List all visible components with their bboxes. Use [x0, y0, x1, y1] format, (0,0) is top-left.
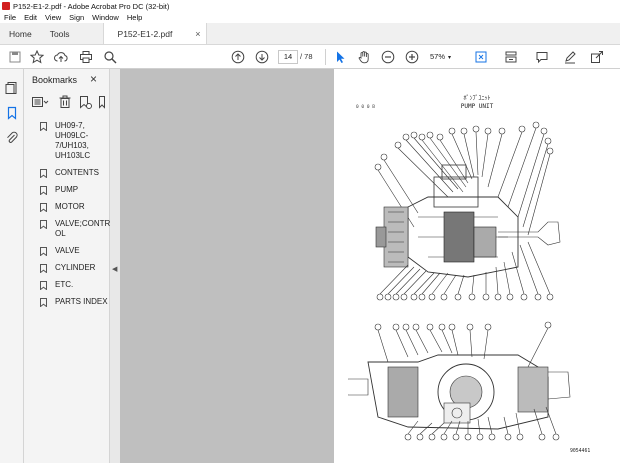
zoom-out-icon[interactable] [381, 50, 395, 64]
page-header-en: PUMP UNIT [460, 103, 494, 110]
bookmarks-panel-title: Bookmarks [32, 75, 78, 85]
callout-row-bottom [404, 433, 560, 441]
bookmark-icon [40, 264, 47, 273]
callout-row-mid [376, 293, 554, 301]
bookmark-label: PARTS INDEX [55, 297, 108, 306]
callout-row-top [374, 121, 554, 171]
bookmark-panel-icon[interactable] [5, 106, 19, 120]
bookmark-icon [40, 169, 47, 178]
print-icon[interactable] [79, 50, 93, 64]
bookmark-item-models[interactable]: UH09-7, UH09LC-7/UH103, UH103LC [40, 121, 112, 161]
pen-icon[interactable] [563, 50, 577, 64]
bookmark-icon [40, 186, 47, 195]
bookmark-icon [40, 203, 47, 212]
bookmark-item-valve[interactable]: VALVE [40, 246, 112, 256]
document-viewport[interactable]: 0 0 0 B ﾎﾟﾝﾌﾟﾕﾆｯﾄ PUMP UNIT 9054461 [120, 69, 620, 463]
bookmark-icon [40, 298, 47, 307]
menu-sign[interactable]: Sign [69, 13, 84, 22]
main-toolbar: 14 / 78 57% ▾ [0, 45, 620, 69]
new-bookmark-icon[interactable] [78, 95, 92, 109]
attachment-icon[interactable] [5, 131, 19, 145]
menu-help[interactable]: Help [127, 13, 142, 22]
bookmark-item-etc[interactable]: ETC. [40, 280, 112, 290]
bookmark-label: VALVE [55, 246, 80, 255]
bookmark-label: UH09-7, UH09LC-7/UH103, UH103LC [55, 121, 91, 160]
toolbar-divider [325, 49, 326, 65]
page-thumbnails-icon[interactable] [5, 81, 19, 95]
menu-window[interactable]: Window [92, 13, 119, 22]
menu-file[interactable]: File [4, 13, 16, 22]
tab-document[interactable]: P152-E1-2.pdf × [102, 23, 207, 44]
bookmarks-toolbar [32, 95, 112, 109]
callout-row-lower [374, 321, 552, 331]
bookmark-label: MOTOR [55, 202, 85, 211]
panel-splitter[interactable]: ◀ [110, 69, 120, 463]
figure-reference-number: 9054461 [570, 449, 591, 454]
close-tab-icon[interactable]: × [195, 29, 200, 39]
bookmark-item-pump[interactable]: PUMP [40, 185, 112, 195]
tab-bar: Home Tools P152-E1-2.pdf × [0, 23, 620, 45]
bookmark-label: PUMP [55, 185, 79, 194]
window-title-bar: P152-E1-2.pdf - Adobe Acrobat Pro DC (32… [0, 0, 620, 12]
window-title: P152-E1-2.pdf - Adobe Acrobat Pro DC (32… [13, 1, 170, 11]
bookmark-options-icon[interactable] [32, 95, 50, 109]
tab-document-label: P152-E1-2.pdf [117, 28, 173, 39]
page-header-jp: ﾎﾟﾝﾌﾟﾕﾆｯﾄ [463, 95, 491, 102]
save-icon[interactable] [8, 50, 22, 64]
comment-icon[interactable] [535, 50, 549, 64]
bookmark-list: UH09-7, UH09LC-7/UH103, UH103LC CONTENTS… [40, 121, 112, 314]
bookmark-item-motor[interactable]: MOTOR [40, 202, 112, 212]
zoom-level-select[interactable]: 57% ▾ [426, 50, 456, 64]
bookmark-icon [40, 220, 47, 229]
bookmark-label: ETC. [55, 280, 74, 289]
bookmark-star-icon[interactable] [30, 50, 44, 64]
bookmark-icon [40, 122, 47, 131]
scroll-mode-icon[interactable] [504, 50, 518, 64]
page-total: / 78 [300, 52, 313, 61]
bookmark-label: CYLINDER [55, 263, 96, 272]
tab-home[interactable]: Home [0, 23, 41, 44]
arrow-up-circle-icon[interactable] [231, 50, 245, 64]
cloud-upload-icon[interactable] [54, 50, 68, 64]
left-navigation-rail [0, 69, 24, 463]
arrow-down-circle-icon[interactable] [255, 50, 269, 64]
hand-icon[interactable] [357, 50, 371, 64]
tab-tools[interactable]: Tools [41, 23, 79, 44]
zoom-level-value: 57% [430, 52, 446, 61]
bookmark-icon [40, 281, 47, 290]
bookmark-label: CONTENTS [55, 168, 99, 177]
collapse-panel-icon[interactable]: ◀ [112, 265, 117, 273]
bookmark-item-contents[interactable]: CONTENTS [40, 168, 112, 178]
bookmark-item-parts-index[interactable]: PARTS INDEX [40, 297, 112, 307]
bookmark-label: VALVE;CONTROL [55, 219, 111, 238]
zoom-in-icon[interactable] [405, 50, 419, 64]
menu-view[interactable]: View [45, 13, 61, 22]
search-icon[interactable] [103, 50, 117, 64]
bookmark-item-cylinder[interactable]: CYLINDER [40, 263, 112, 273]
chevron-down-icon: ▾ [448, 55, 452, 61]
trash-icon[interactable] [58, 95, 72, 109]
cursor-arrow-icon[interactable] [333, 50, 347, 64]
page-header: ﾎﾟﾝﾌﾟﾕﾆｯﾄ PUMP UNIT [334, 95, 620, 111]
close-panel-icon[interactable]: × [90, 72, 97, 86]
menu-edit[interactable]: Edit [24, 13, 37, 22]
page-number-input[interactable]: 14 [278, 50, 298, 64]
share-icon[interactable] [590, 50, 604, 64]
acrobat-app-icon [2, 2, 10, 10]
menu-bar: File Edit View Sign Window Help [0, 12, 620, 23]
bookmarks-panel: Bookmarks × UH09-7, UH09LC-7/UH103, UH10… [24, 69, 110, 463]
bookmark-item-valve-control[interactable]: VALVE;CONTROL [40, 219, 112, 239]
bookmark-more-icon[interactable] [98, 95, 106, 109]
fit-page-icon[interactable] [474, 50, 488, 64]
pdf-page: 0 0 0 B ﾎﾟﾝﾌﾟﾕﾆｯﾄ PUMP UNIT 9054461 [334, 69, 620, 463]
bookmark-icon [40, 247, 47, 256]
pump-unit-drawing [348, 121, 571, 441]
